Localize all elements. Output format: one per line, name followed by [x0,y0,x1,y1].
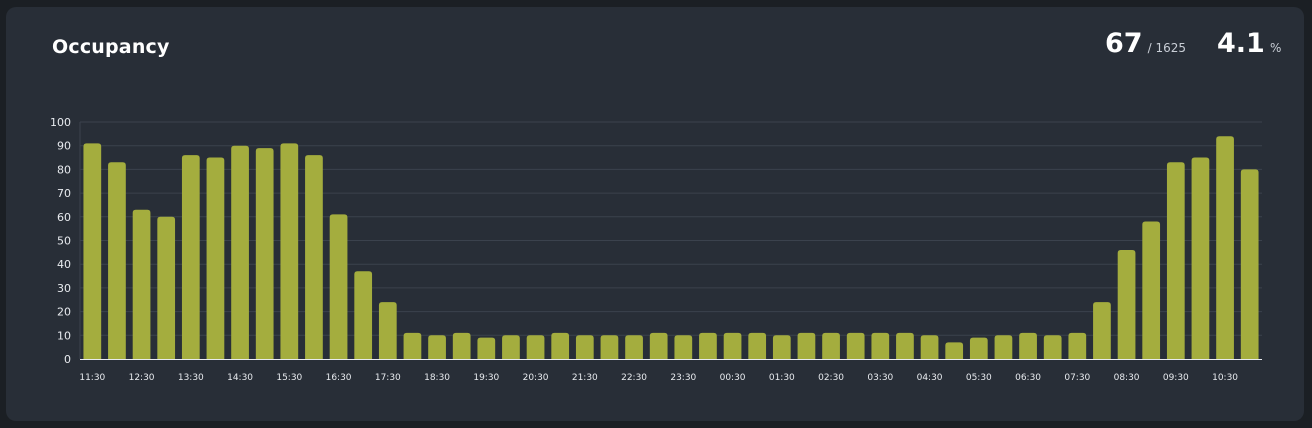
x-tick-label: 23:30 [670,373,696,383]
bar [1043,335,1062,359]
y-tick-label: 40 [57,258,71,271]
bar [378,302,397,359]
bar [748,332,767,359]
bar [502,335,520,359]
bar [477,337,496,359]
bar [871,332,890,359]
bar [575,335,594,359]
x-tick-label: 06:30 [1015,373,1041,383]
y-tick-label: 90 [57,140,71,153]
bar [1191,157,1210,359]
bar [354,271,373,359]
bar [329,214,348,359]
x-tick-label: 07:30 [1064,373,1090,383]
bar [600,335,619,359]
y-tick-label: 80 [57,163,71,176]
bar [1142,221,1161,359]
bar [206,157,225,359]
bar [797,332,816,359]
x-axis-ticks: 11:30 12:30 13:30 14:30 15:30 16:30 17:30 18:30… [79,373,1238,383]
y-tick-label: 10 [57,329,71,342]
x-tick-label: 19:30 [473,373,499,383]
bar [699,332,717,359]
y-tick-label: 50 [57,235,71,248]
bar [526,335,545,359]
x-tick-label: 12:30 [129,373,155,383]
x-tick-label: 10:30 [1212,373,1238,383]
bar [551,332,570,359]
bar [255,148,274,359]
bar [231,145,249,359]
bar [1117,249,1136,359]
bar [428,335,446,359]
y-tick-label: 20 [57,306,71,319]
bar [1068,332,1087,359]
bar [403,332,422,359]
x-tick-label: 14:30 [227,373,253,383]
bar [132,209,151,359]
x-tick-label: 01:30 [769,373,795,383]
bar [1093,302,1111,359]
occupancy-bar-chart: 0 10 20 30 40 50 60 70 80 90 100 11:30 12:30 13:30 14… [50,116,1262,383]
x-tick-label: 22:30 [621,373,647,383]
bar [945,342,964,359]
bar [280,143,299,359]
y-tick-label: 60 [57,211,71,224]
bar [969,337,988,359]
bar [1166,162,1185,359]
bar [157,216,176,359]
x-tick-label: 08:30 [1114,373,1140,383]
y-tick-label: 30 [57,282,71,295]
y-tick-label: 100 [50,116,71,129]
bar [83,143,102,359]
x-tick-label: 04:30 [917,373,943,383]
x-tick-label: 16:30 [326,373,352,383]
x-tick-label: 15:30 [276,373,302,383]
x-tick-label: 20:30 [523,373,549,383]
bar [822,332,840,359]
bar [674,335,693,359]
x-tick-label: 11:30 [79,373,105,383]
bar [994,335,1013,359]
bar [772,335,791,359]
y-axis-ticks: 0 10 20 30 40 50 60 70 80 90 100 [50,116,71,366]
x-tick-label: 17:30 [375,373,401,383]
bar [452,332,471,359]
x-tick-label: 03:30 [867,373,893,383]
bar [625,335,643,359]
bar [1216,136,1234,359]
bar [1019,332,1037,359]
bar [649,332,668,359]
x-tick-label: 02:30 [818,373,844,383]
bar [108,162,126,359]
x-tick-label: 00:30 [720,373,746,383]
x-tick-label: 13:30 [178,373,204,383]
x-tick-label: 21:30 [572,373,598,383]
x-tick-label: 05:30 [966,373,992,383]
bar [723,332,742,359]
bar [1240,169,1259,359]
bar [181,155,200,359]
y-tick-label: 0 [64,353,71,366]
x-tick-label: 09:30 [1163,373,1189,383]
bar [920,335,939,359]
y-tick-label: 70 [57,187,71,200]
bar [305,155,323,359]
x-tick-label: 18:30 [424,373,450,383]
bar [896,332,914,359]
bar [846,332,865,359]
